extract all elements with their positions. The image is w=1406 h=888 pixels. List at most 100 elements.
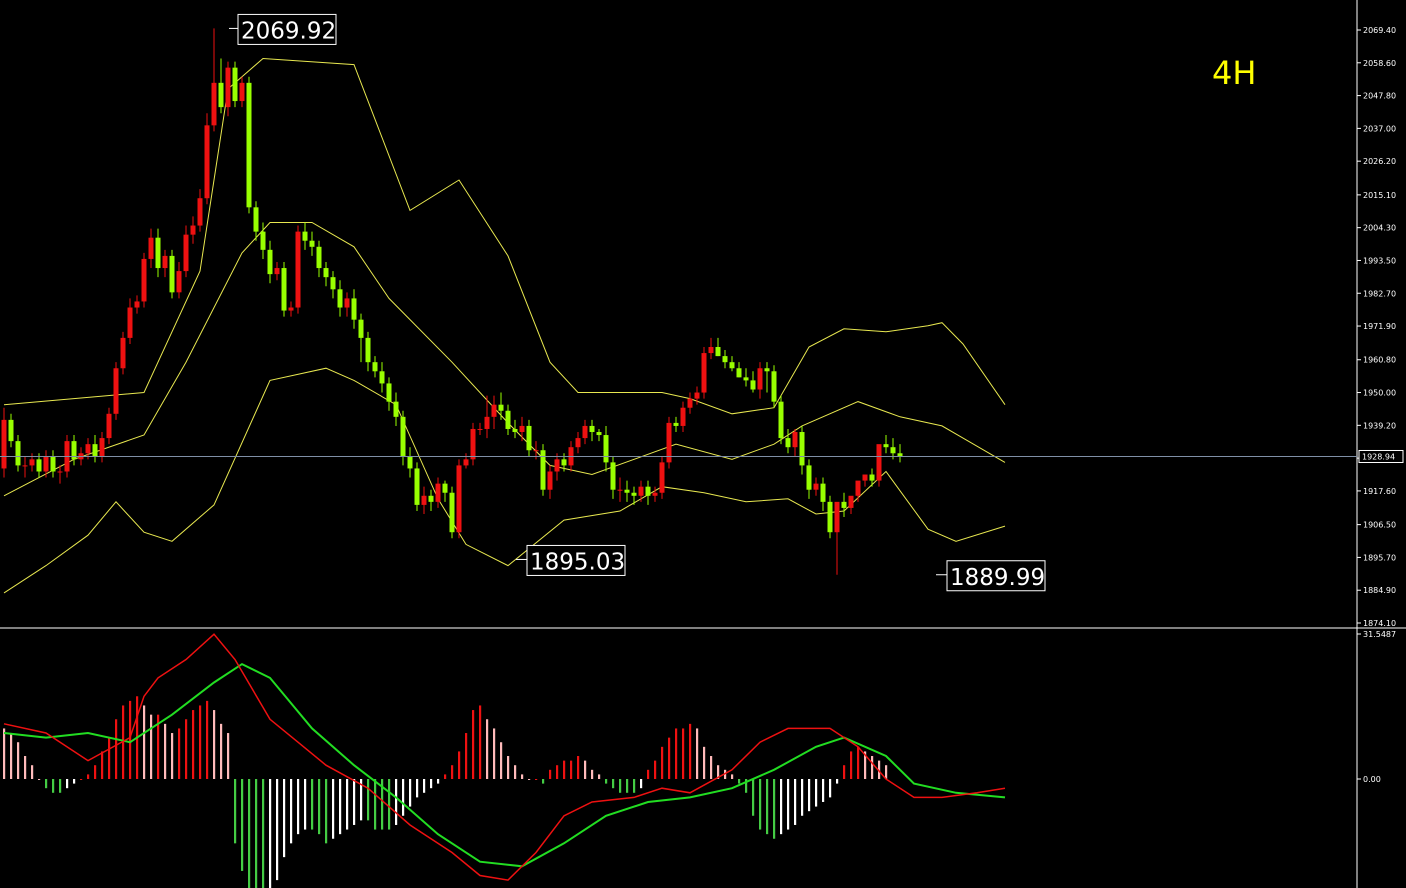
- candle-body: [834, 501, 840, 533]
- macd-bar: [563, 760, 566, 779]
- macd-bar: [822, 779, 825, 802]
- macd-bar: [409, 779, 412, 807]
- candle-body: [582, 425, 588, 439]
- macd-bar: [388, 779, 391, 830]
- candle-body: [407, 456, 413, 469]
- candle-body: [883, 444, 889, 448]
- candle-body: [757, 368, 763, 390]
- candle-body: [603, 435, 609, 463]
- candle-body: [169, 255, 175, 293]
- macd-bar: [339, 779, 342, 835]
- macd-panel: 31.5487 0.00: [3, 628, 1396, 888]
- candle-body: [519, 425, 525, 433]
- macd-bar: [304, 779, 307, 830]
- macd-bar: [549, 769, 552, 779]
- macd-bar: [297, 779, 300, 835]
- macd-bar: [367, 779, 370, 821]
- price-tick-label: 1874.10: [1363, 619, 1396, 628]
- macd-bar: [178, 728, 181, 779]
- candle-body: [708, 346, 714, 354]
- candle-body: [764, 368, 770, 372]
- macd-bar: [612, 779, 615, 789]
- candle-body: [176, 271, 182, 293]
- macd-bar: [682, 728, 685, 779]
- macd-bar: [416, 779, 419, 798]
- macd-bar: [353, 779, 356, 825]
- macd-tick-label: 31.5487: [1363, 630, 1396, 639]
- candle-body: [218, 82, 224, 108]
- candle-body: [638, 486, 644, 496]
- candle-body: [197, 198, 203, 226]
- macd-bar: [325, 779, 328, 844]
- price-tick-label: 1884.90: [1363, 586, 1396, 595]
- macd-tick-label: 0.00: [1363, 775, 1381, 784]
- macd-bar: [374, 779, 377, 830]
- macd-bar: [332, 779, 335, 839]
- candle-body: [281, 268, 287, 311]
- macd-bar: [248, 779, 251, 888]
- candle-body: [316, 246, 322, 269]
- candle-body: [477, 428, 483, 430]
- candle-body: [141, 258, 147, 302]
- annotation-label: 1889.99: [950, 565, 1045, 591]
- candle-body: [225, 67, 231, 108]
- macd-bar: [507, 756, 510, 779]
- macd-bar: [444, 774, 447, 779]
- candle-body: [722, 356, 728, 363]
- price-tick-label: 1993.50: [1363, 256, 1396, 265]
- macd-bar: [108, 737, 111, 779]
- macd-line: [3, 633, 1006, 881]
- candle-body: [715, 346, 721, 357]
- annotation-label: 2069.92: [241, 18, 336, 44]
- macd-bar: [318, 779, 321, 835]
- timeframe-label: 4H: [1212, 54, 1256, 92]
- price-tick-label: 2004.30: [1363, 224, 1396, 233]
- macd-bar: [521, 774, 524, 779]
- macd-bar: [402, 779, 405, 816]
- macd-bar: [514, 765, 517, 779]
- candle-body: [631, 492, 637, 496]
- macd-bar: [535, 779, 538, 780]
- macd-bar: [73, 779, 76, 784]
- candle-body: [652, 492, 658, 496]
- candle-body: [253, 207, 259, 232]
- macd-bar: [199, 705, 202, 779]
- macd-bar: [696, 728, 699, 779]
- price-tick-label: 2069.40: [1363, 26, 1396, 35]
- macd-bar: [801, 779, 804, 816]
- candle-body: [260, 231, 266, 250]
- macd-bar: [703, 746, 706, 779]
- macd-bar: [836, 779, 839, 784]
- price-axis[interactable]: 2069.40 2058.60 2047.80 2037.00 2026.20 2015.…: [1357, 26, 1396, 628]
- macd-bar: [843, 765, 846, 779]
- price-tick-label: 1906.50: [1363, 521, 1396, 530]
- macd-bar: [787, 779, 790, 830]
- candle-body: [848, 495, 854, 508]
- candle-body: [729, 362, 735, 369]
- candle-body: [190, 225, 196, 235]
- candle-body: [15, 441, 21, 466]
- band-middle: [3, 222, 1006, 497]
- candle-body: [554, 459, 560, 472]
- macd-bar: [885, 765, 888, 779]
- macd-bar: [451, 765, 454, 779]
- macd-bar: [3, 728, 6, 779]
- macd-bar: [311, 779, 314, 830]
- macd-bar: [850, 751, 853, 779]
- candle-body: [610, 462, 616, 490]
- candle-body: [57, 471, 63, 473]
- macd-bar: [710, 756, 713, 779]
- price-tick-label: 1895.70: [1363, 553, 1396, 562]
- candle-body: [148, 237, 154, 259]
- macd-bar: [871, 756, 874, 779]
- candle-body: [85, 444, 91, 454]
- macd-bar: [227, 733, 230, 779]
- candle-body: [309, 240, 315, 247]
- price-tick-label: 1950.00: [1363, 389, 1396, 398]
- candle-body: [701, 353, 707, 393]
- candle-body: [344, 298, 350, 308]
- macd-axis[interactable]: 31.5487 0.00: [1357, 630, 1396, 784]
- price-tick-label: 1960.80: [1363, 356, 1396, 365]
- candle-body: [365, 337, 371, 363]
- candle-body: [799, 432, 805, 466]
